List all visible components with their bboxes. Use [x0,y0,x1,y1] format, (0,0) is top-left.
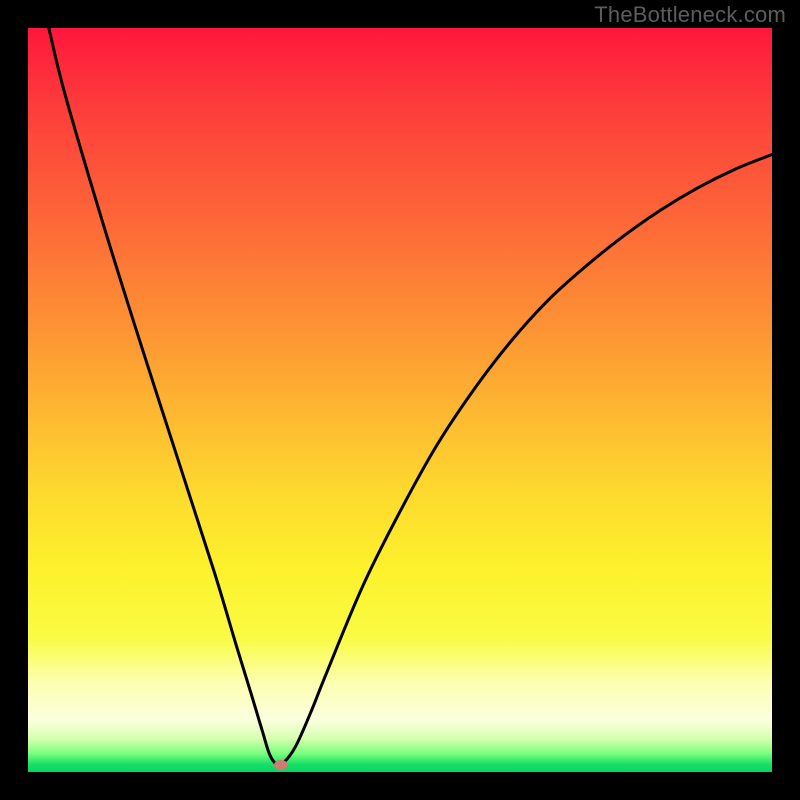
plot-area [28,28,772,772]
bottleneck-curve [28,28,772,772]
optimal-point-marker [274,760,288,770]
chart-frame: TheBottleneck.com [0,0,800,800]
watermark-text: TheBottleneck.com [594,2,786,28]
